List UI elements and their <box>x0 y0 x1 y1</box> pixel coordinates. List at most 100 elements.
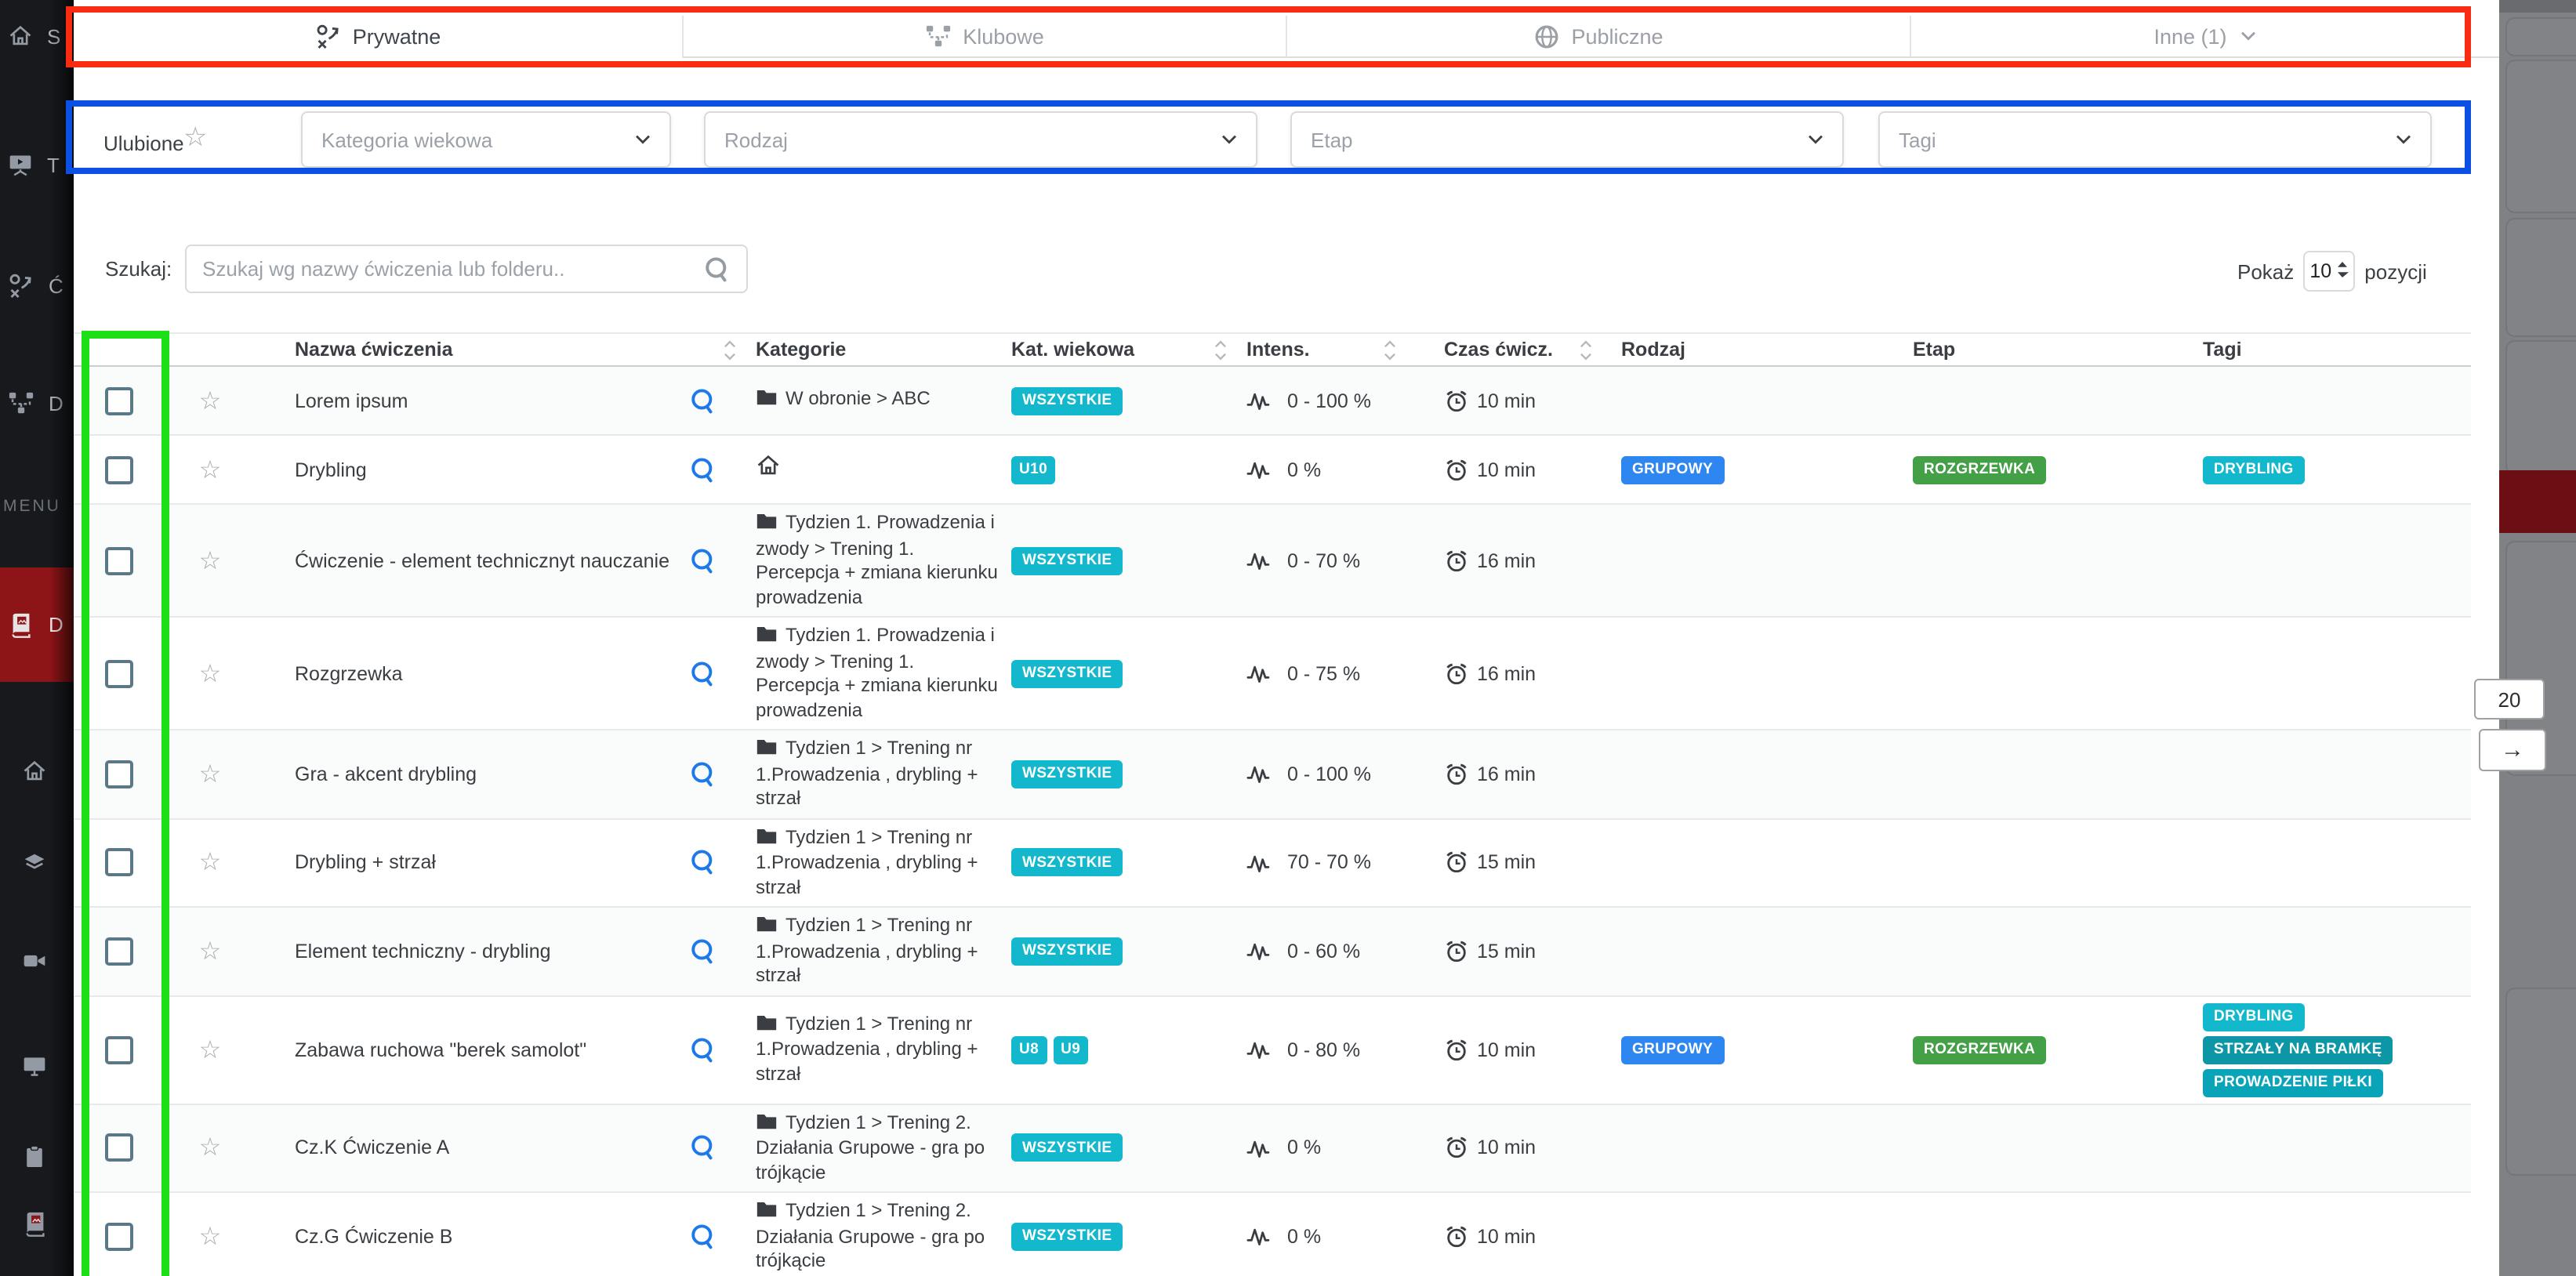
stage-dropdown[interactable]: Etap <box>1290 111 1844 168</box>
next-arrow-button[interactable]: → <box>2479 729 2546 771</box>
table-row[interactable]: ☆Cz.G Ćwiczenie BTydzien 1 > Trening 2. … <box>74 1193 2471 1276</box>
column-label: Kategorie <box>756 339 846 361</box>
tactics-icon <box>315 24 342 50</box>
preview-search-icon[interactable] <box>690 386 756 415</box>
search-input[interactable]: Szukaj wg nazwy ćwiczenia lub folderu.. <box>185 245 748 293</box>
favorite-star-icon[interactable]: ☆ <box>199 545 222 576</box>
row-checkbox[interactable] <box>105 760 133 788</box>
tab-publiczne[interactable]: Publiczne <box>1286 16 1910 58</box>
row-checkbox[interactable] <box>105 455 133 484</box>
row-checkbox[interactable] <box>105 1223 133 1251</box>
search-icon <box>704 255 731 283</box>
folder-icon <box>756 1014 778 1039</box>
table-row[interactable]: ☆Element techniczny - dryblingTydzien 1 … <box>74 908 2471 996</box>
chevron-down-icon <box>2396 135 2411 144</box>
row-checkbox[interactable] <box>105 659 133 687</box>
row-checkbox[interactable] <box>105 937 133 966</box>
table-row[interactable]: ☆Lorem ipsumW obronie > ABCWSZYSTKIE0 - … <box>74 367 2471 436</box>
folder-icon <box>756 625 778 650</box>
age-category-cell: WSZYSTKIE <box>1011 546 1246 575</box>
sidebar-item-active[interactable]: D <box>0 567 74 682</box>
table-row[interactable]: ☆Drybling + strzałTydzien 1 > Trening nr… <box>74 819 2471 908</box>
tab-prywatne[interactable]: Prywatne <box>74 16 682 58</box>
duration-cell: 16 min <box>1444 548 1621 573</box>
type-badge: GRUPOWY <box>1621 455 1724 484</box>
table-row[interactable]: ☆ Ćwiczenie - element technicznyt nauczan… <box>74 505 2471 618</box>
category-cell <box>756 454 1011 486</box>
tab-bar: PrywatneKlubowePubliczne Inne (1) <box>74 16 2499 58</box>
favorites-star-icon[interactable]: ☆ <box>183 122 208 154</box>
row-checkbox[interactable] <box>105 849 133 877</box>
favorite-star-icon[interactable]: ☆ <box>199 658 222 689</box>
table-row[interactable]: ☆DryblingU100 %10 minGRUPOWYROZGRZEWKADR… <box>74 436 2471 505</box>
favorite-star-icon[interactable]: ☆ <box>199 385 222 416</box>
table-row[interactable]: ☆RozgrzewkaTydzien 1. Prowadzenia i zwod… <box>74 618 2471 730</box>
stage-badge: ROZGRZEWKA <box>1913 455 2046 484</box>
column-header-intens[interactable]: Intens. <box>1246 338 1444 361</box>
preview-search-icon[interactable] <box>690 546 756 575</box>
table-row[interactable]: ☆Cz.K Ćwiczenie ATydzien 1 > Trening 2. … <box>74 1104 2471 1193</box>
spinner-arrows-icon <box>2336 259 2349 283</box>
preview-search-icon[interactable] <box>690 937 756 966</box>
tags-dropdown[interactable]: Tagi <box>1878 111 2432 168</box>
age-category-cell: WSZYSTKIE <box>1011 659 1246 687</box>
preview-search-icon[interactable] <box>690 1134 756 1162</box>
table-row[interactable]: ☆Zabawa ruchowa "berek samolot"Tydzien 1… <box>74 996 2471 1104</box>
duration-cell: 15 min <box>1444 939 1621 964</box>
age-category-cell: U8U9 <box>1011 1035 1246 1064</box>
intensity-cell: 0 % <box>1246 1226 1444 1248</box>
tab-inne-1[interactable]: Inne (1) <box>1910 16 2499 58</box>
team-icon <box>8 390 34 416</box>
row-checkbox[interactable] <box>105 546 133 575</box>
sidebar-menu-label: MENU <box>3 497 61 516</box>
favorite-star-icon[interactable]: ☆ <box>199 454 222 485</box>
row-checkbox[interactable] <box>105 386 133 415</box>
favorite-star-icon[interactable]: ☆ <box>199 936 222 967</box>
page-size-label-after: pozycji <box>2364 259 2427 283</box>
sort-icon[interactable] <box>723 338 737 361</box>
column-header-czas-wicz[interactable]: Czas ćwicz. <box>1444 338 1621 361</box>
column-header-rodzaj: Rodzaj <box>1621 339 1913 361</box>
favorite-star-icon[interactable]: ☆ <box>199 1034 222 1065</box>
duration-cell: 10 min <box>1444 1037 1621 1062</box>
preview-search-icon[interactable] <box>690 1223 756 1251</box>
pulse-icon <box>1246 853 1279 873</box>
intensity-cell: 0 - 100 % <box>1246 763 1444 785</box>
preview-search-icon[interactable] <box>690 1035 756 1064</box>
column-header-tagi: Tagi <box>2203 339 2471 361</box>
preview-search-icon[interactable] <box>690 659 756 687</box>
duration-cell: 16 min <box>1444 661 1621 686</box>
column-header-nazwa-wiczenia[interactable]: Nazwa ćwiczenia <box>256 338 756 361</box>
age-category-dropdown[interactable]: Kategoria wiekowa <box>301 111 671 168</box>
favorite-star-icon[interactable]: ☆ <box>199 847 222 879</box>
favorite-star-icon[interactable]: ☆ <box>199 1221 222 1252</box>
type-dropdown[interactable]: Rodzaj <box>704 111 1257 168</box>
sort-icon[interactable] <box>1214 338 1228 361</box>
background-card <box>2505 218 2576 337</box>
age-category-cell: WSZYSTKIE <box>1011 937 1246 966</box>
column-label: Tagi <box>2203 339 2242 361</box>
favorite-star-icon[interactable]: ☆ <box>199 1133 222 1164</box>
team-icon <box>925 23 952 49</box>
preview-search-icon[interactable] <box>690 849 756 877</box>
alarm-clock-icon <box>1444 939 1469 964</box>
folder-icon <box>756 390 778 414</box>
preview-search-icon[interactable] <box>690 760 756 788</box>
favorite-star-icon[interactable]: ☆ <box>199 759 222 790</box>
tag-badge: DRYBLING <box>2203 455 2305 484</box>
row-checkbox[interactable] <box>105 1134 133 1162</box>
table-row[interactable]: ☆Gra - akcent dryblingTydzien 1 > Trenin… <box>74 730 2471 819</box>
exercise-name: Ćwiczenie - element technicznyt nauczani… <box>256 549 690 571</box>
intensity-cell: 0 - 75 % <box>1246 662 1444 684</box>
page-size-select[interactable]: 10 <box>2303 251 2355 292</box>
row-checkbox[interactable] <box>105 1035 133 1064</box>
exercise-name: Zabawa ruchowa "berek samolot" <box>256 1039 690 1060</box>
sort-icon[interactable] <box>1579 338 1593 361</box>
favorites-label: Ulubione <box>103 132 184 155</box>
column-header-kat-wiekowa[interactable]: Kat. wiekowa <box>1011 338 1246 361</box>
tab-label: Inne (1) <box>2153 24 2226 48</box>
tab-klubowe[interactable]: Klubowe <box>682 16 1286 58</box>
age-badge: U9 <box>1053 1035 1088 1064</box>
sort-icon[interactable] <box>1383 338 1397 361</box>
preview-search-icon[interactable] <box>690 455 756 484</box>
